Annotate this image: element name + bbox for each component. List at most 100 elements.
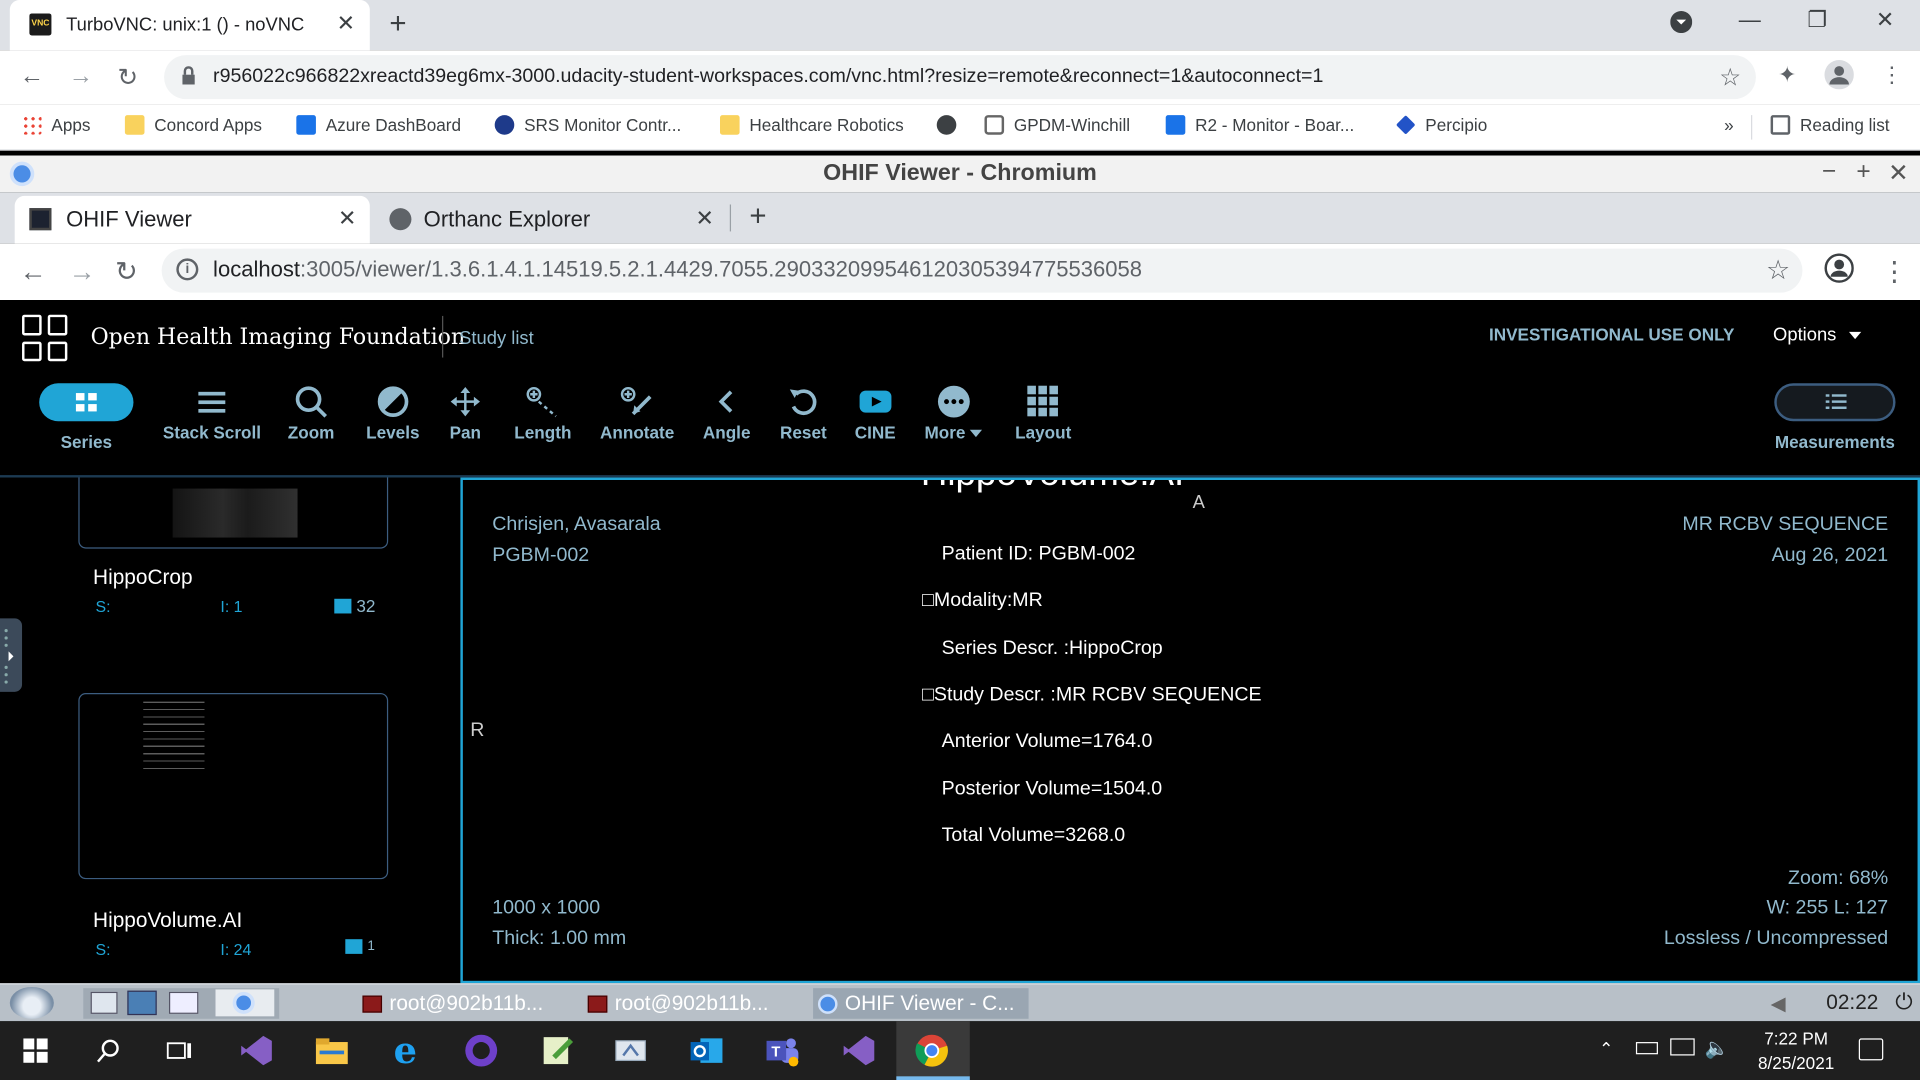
bookmarks-bar: Apps Concord Apps Azure DashBoard SRS Mo…: [0, 104, 1920, 151]
outer-tab-strip: VNC TurboVNC: unix:1 () - noVNC ✕ + — ❐ …: [0, 0, 1920, 51]
forward-icon[interactable]: →: [69, 256, 96, 288]
tool-length[interactable]: Length: [514, 381, 571, 442]
close-tab-icon[interactable]: ✕: [338, 206, 356, 232]
windows-start-icon[interactable]: [17, 1033, 54, 1067]
bookmark-apps[interactable]: Apps: [22, 115, 91, 135]
series-thumbnail[interactable]: [78, 693, 389, 880]
tool-pan[interactable]: Pan: [448, 381, 482, 442]
network-icon[interactable]: [1670, 1038, 1695, 1056]
tool-zoom[interactable]: Zoom: [288, 381, 334, 442]
inner-minimize-icon[interactable]: −: [1822, 158, 1836, 186]
teams-icon[interactable]: T: [764, 1033, 801, 1067]
bookmark-percipio[interactable]: Percipio: [1396, 115, 1487, 135]
bookmark-srs[interactable]: SRS Monitor Contr...: [494, 115, 681, 135]
battery-icon[interactable]: [1635, 1042, 1658, 1055]
snipping-tool-icon[interactable]: [612, 1033, 649, 1067]
inner-address-bar[interactable]: i localhost:3005/viewer/1.3.6.1.4.1.1451…: [161, 248, 1803, 293]
close-tab-icon[interactable]: ✕: [696, 206, 714, 232]
task-view-icon[interactable]: [162, 1033, 199, 1067]
outer-tab-turbovnc[interactable]: VNC TurboVNC: unix:1 () - noVNC ✕: [9, 0, 370, 51]
power-icon[interactable]: ⏻: [1895, 989, 1912, 1015]
restore-icon[interactable]: ❐: [1807, 7, 1827, 33]
image-line: Series Descr. :HippoCrop: [941, 637, 1163, 659]
reload-icon[interactable]: ↻: [115, 256, 138, 288]
visual-studio-icon[interactable]: [238, 1033, 275, 1067]
chevron-up-icon[interactable]: ⌃: [1599, 1038, 1613, 1059]
terminal-icon: [362, 994, 383, 1013]
bookmark-star-icon[interactable]: ☆: [1719, 62, 1741, 93]
tool-stack-scroll[interactable]: Stack Scroll: [163, 381, 261, 442]
extensions-icon[interactable]: ✦: [1778, 62, 1796, 88]
window-close-icon[interactable]: ✕: [1876, 7, 1894, 33]
inner-close-icon[interactable]: ✕: [1888, 158, 1909, 189]
new-tab-icon[interactable]: +: [389, 7, 406, 41]
menu-kebab-icon[interactable]: ⋮: [1881, 256, 1908, 288]
profile-avatar-icon[interactable]: [1824, 253, 1854, 290]
inner-window-titlebar: OHIF Viewer - Chromium − + ✕: [0, 155, 1920, 193]
reading-list[interactable]: Reading list: [1770, 115, 1890, 135]
volume-icon[interactable]: ◀: [1771, 992, 1786, 1016]
file-manager-icon[interactable]: [90, 991, 118, 1014]
outer-address-bar[interactable]: r956022c966822xreactd39eg6mx-3000.udacit…: [164, 55, 1756, 100]
bookmark-globe[interactable]: [936, 115, 957, 135]
vnc-task-terminal-2[interactable]: root@902b11b...: [587, 988, 769, 1019]
tool-layout[interactable]: Layout: [1015, 381, 1071, 442]
internet-explorer-icon[interactable]: e: [387, 1029, 424, 1072]
tool-cine[interactable]: CINE: [855, 381, 896, 442]
tool-angle[interactable]: Angle: [703, 381, 751, 442]
panel-handle[interactable]: [0, 618, 23, 692]
inner-maximize-icon[interactable]: +: [1856, 158, 1870, 186]
start-menu-icon[interactable]: [9, 986, 54, 1019]
bookmarks-overflow[interactable]: »: [1724, 115, 1734, 135]
lock-icon: [182, 66, 195, 85]
thumbnail-image: [143, 701, 205, 771]
options-menu[interactable]: Options: [1773, 324, 1861, 345]
chrome-taskbar-button[interactable]: [896, 1021, 970, 1080]
github-desktop-icon[interactable]: [463, 1033, 500, 1067]
profile-avatar-icon[interactable]: [1824, 60, 1854, 96]
vnc-task-ohif[interactable]: OHIF Viewer - C...: [813, 988, 1029, 1019]
notepad-icon[interactable]: [539, 1033, 576, 1067]
image-viewport[interactable]: HippoVolume.AI A R Chrisjen, Avasarala P…: [460, 477, 1920, 984]
series-toggle-button[interactable]: [39, 383, 134, 422]
tool-reset[interactable]: Reset: [780, 381, 827, 442]
bookmark-star-icon[interactable]: ☆: [1766, 255, 1790, 287]
bookmark-azure[interactable]: Azure DashBoard: [296, 115, 461, 135]
tool-more[interactable]: More: [924, 381, 983, 442]
vnc-task-terminal-1[interactable]: root@902b11b...: [362, 988, 543, 1019]
visual-studio-icon[interactable]: [840, 1033, 877, 1067]
bookmark-gpdm[interactable]: GPDM-Winchill: [984, 115, 1130, 135]
minimize-icon[interactable]: —: [1739, 7, 1761, 33]
system-clock[interactable]: 7:22 PM 8/25/2021: [1758, 1026, 1834, 1075]
ohif-logo-icon[interactable]: [22, 314, 69, 362]
notifications-icon[interactable]: [1858, 1038, 1884, 1061]
angle-icon: [703, 381, 751, 423]
desktop-icon[interactable]: [127, 990, 157, 1016]
back-icon[interactable]: ←: [20, 256, 47, 288]
study-list-link[interactable]: Study list: [459, 328, 534, 349]
measurements-toggle-button[interactable]: [1774, 383, 1896, 422]
reload-icon[interactable]: ↻: [118, 62, 139, 93]
close-tab-icon[interactable]: ✕: [337, 11, 355, 37]
browser-launcher[interactable]: [215, 989, 275, 1017]
tab-orthanc-explorer[interactable]: Orthanc Explorer ✕: [380, 196, 730, 244]
new-tab-icon[interactable]: +: [749, 200, 766, 234]
bookmark-r2-monitor[interactable]: R2 - Monitor - Boar...: [1165, 115, 1354, 135]
search-icon[interactable]: [91, 1033, 128, 1067]
bookmark-concord-apps[interactable]: Concord Apps: [124, 115, 262, 135]
outlook-icon[interactable]: [688, 1033, 725, 1067]
bookmark-healthcare-robotics[interactable]: Healthcare Robotics: [720, 115, 904, 135]
series-label: Series: [60, 432, 113, 452]
speaker-icon[interactable]: 🔈: [1704, 1036, 1728, 1060]
menu-kebab-icon[interactable]: ⋮: [1881, 62, 1903, 88]
profile-dropdown-icon[interactable]: [1670, 11, 1693, 39]
window-icon[interactable]: [168, 991, 199, 1014]
tab-ohif-viewer[interactable]: OHIF Viewer ✕: [14, 195, 370, 244]
file-explorer-icon[interactable]: [313, 1033, 350, 1067]
tool-levels[interactable]: Levels: [366, 381, 420, 442]
tool-annotate[interactable]: Annotate: [600, 381, 674, 442]
series-thumbnail[interactable]: [78, 477, 389, 549]
forward-icon[interactable]: →: [69, 62, 93, 90]
back-icon[interactable]: ←: [20, 62, 44, 90]
folder-icon: [720, 115, 740, 135]
